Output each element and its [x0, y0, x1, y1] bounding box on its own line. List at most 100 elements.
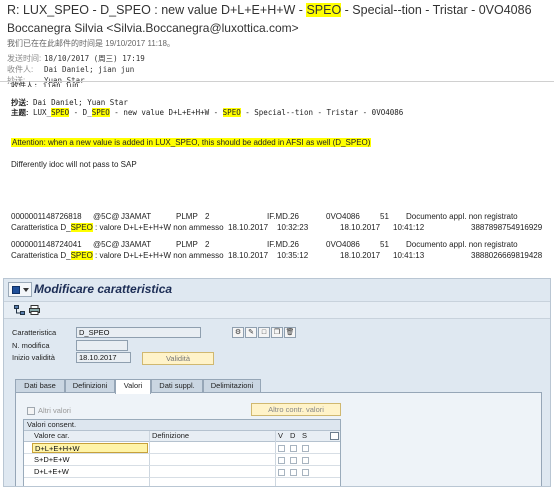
log-row: 0000001148726818 @5C@ J3AMAT PLMP 2 IF.M… — [11, 212, 551, 222]
header-label: 发送时间: — [7, 54, 42, 63]
valore-cell[interactable]: D+L+E+H+W — [32, 443, 148, 453]
valore-cell[interactable]: D+L+E+W — [32, 467, 148, 477]
quoted-cc-value: Dai Daniel; Yuan Star — [28, 98, 128, 107]
log-id: 0000001148724041 — [11, 240, 82, 249]
log-system: PLMP — [176, 240, 198, 249]
log-number: 3887898754916929 — [471, 223, 543, 232]
caratteristica-field[interactable]: D_SPEO — [76, 327, 201, 338]
log-error-text: Caratteristica D_ — [11, 251, 71, 260]
log-error-text: : valore D+L+E+H+W non ammesso — [92, 223, 224, 232]
log-message: Documento appl. non registrato — [406, 212, 518, 221]
log-error: Caratteristica D_SPEO : valore D+L+E+H+W… — [11, 223, 224, 232]
tab-dati-suppl[interactable]: Dati suppl. — [151, 379, 203, 393]
header-row-to: 收件人: Dai Daniel; jian jun — [7, 64, 134, 75]
validita-button[interactable]: Validità — [142, 352, 214, 365]
delete-icon[interactable]: 🗑 — [284, 327, 296, 338]
validita-label: Inizio validità — [12, 353, 55, 362]
log-number: 2 — [205, 240, 210, 249]
header-value: 18/10/2017 (周三) 17:19 — [44, 54, 145, 63]
v-checkbox[interactable] — [278, 469, 285, 476]
d-checkbox[interactable] — [290, 445, 297, 452]
subject-text-end: - Special--tion - Tristar - 0VO4086 — [341, 3, 532, 17]
log-system: PLMP — [176, 212, 198, 221]
print-icon[interactable] — [29, 305, 40, 315]
col-valore[interactable]: Valore car. — [34, 431, 69, 441]
quoted-subject-text: - new value D+L+E+H+W - — [109, 108, 223, 117]
v-checkbox[interactable] — [278, 445, 285, 452]
log-date: 18.10.2017 — [340, 223, 381, 232]
display-icon[interactable]: ⚙ — [232, 327, 244, 338]
log-row: Caratteristica D_SPEO : valore D+L+E+H+W… — [11, 223, 551, 233]
valore-cell[interactable]: S+D+E+W — [32, 455, 148, 465]
quoted-subject-highlight: SPEO — [51, 108, 70, 117]
log-error-text: Caratteristica D_ — [11, 223, 71, 232]
col-definizione[interactable]: Definizione — [152, 431, 189, 441]
col-v[interactable]: V — [278, 431, 283, 441]
s-checkbox[interactable] — [302, 457, 309, 464]
table-settings-icon[interactable] — [330, 432, 339, 440]
col-s[interactable]: S — [302, 431, 307, 441]
subject-highlight: SPEO — [306, 3, 342, 17]
log-error-text: : valore D+L+E+H+W non ammesso — [92, 251, 224, 260]
table-row[interactable]: D+L+E+W — [24, 467, 340, 478]
copy-icon[interactable]: ❐ — [271, 327, 283, 338]
log-row: Caratteristica D_SPEO : valore D+L+E+H+W… — [11, 251, 551, 261]
quoted-partial: 收件人: jian jun — [11, 81, 79, 87]
quoted-subject-text: LUX_ — [28, 108, 52, 117]
log-date: 18.10.2017 — [340, 251, 381, 260]
hierarchy-icon[interactable] — [14, 305, 25, 315]
log-status: 51 — [380, 212, 389, 221]
new-document-icon[interactable]: □ — [258, 327, 270, 338]
grid-title: Valori consent. — [24, 420, 340, 431]
s-checkbox[interactable] — [302, 445, 309, 452]
validita-field[interactable]: 18.10.2017 — [76, 352, 131, 363]
d-checkbox[interactable] — [290, 469, 297, 476]
quoted-subject: 主题: LUX_SPEO - D_SPEO - new value D+L+E+… — [11, 107, 403, 118]
tab-valori[interactable]: Valori — [115, 379, 151, 394]
header-row-sent: 发送时间: 18/10/2017 (周三) 17:19 — [7, 53, 145, 64]
quoted-subject-label: 主题: — [11, 108, 29, 117]
header-divider — [0, 81, 554, 82]
log-time: 10:41:13 — [393, 251, 425, 260]
log-type: J3AMAT — [121, 212, 152, 221]
s-checkbox[interactable] — [302, 469, 309, 476]
email-sender[interactable]: Boccanegra Silvia <Silvia.Boccanegra@lux… — [7, 21, 299, 35]
tab-definizioni[interactable]: Definizioni — [65, 379, 115, 393]
log-time: 10:32:23 — [277, 223, 309, 232]
log-interface: IF.MD.26 — [267, 212, 300, 221]
log-number: 3888026669819428 — [471, 251, 543, 260]
modifica-field[interactable] — [76, 340, 128, 351]
attention-message: Attention: when a new value is added in … — [11, 138, 372, 147]
log-id: 0000001148726818 — [11, 212, 82, 221]
log-date: 18.10.2017 — [228, 251, 269, 260]
tab-dati-base[interactable]: Dati base — [15, 379, 65, 393]
log-date: 18.10.2017 — [228, 223, 269, 232]
tab-delimitazioni[interactable]: Delimitazioni — [203, 379, 261, 393]
altri-valori-checkbox[interactable] — [27, 407, 35, 415]
table-row[interactable]: S+D+E+W — [24, 455, 340, 466]
v-checkbox[interactable] — [278, 457, 285, 464]
d-checkbox[interactable] — [290, 457, 297, 464]
quoted-cc-label: 抄送: — [11, 98, 29, 107]
log-status: 51 — [380, 240, 389, 249]
sap-title: Modificare caratteristica — [34, 282, 173, 296]
log-error: Caratteristica D_SPEO : valore D+L+E+H+W… — [11, 251, 224, 260]
grid-header: Valore car. Definizione V D S — [24, 431, 340, 442]
edit-icon[interactable]: ✎ — [245, 327, 257, 338]
table-row[interactable]: D+L+E+H+W — [24, 443, 340, 454]
log-material: 0VO4086 — [326, 212, 360, 221]
header-value[interactable]: Dai Daniel; jian jun — [44, 65, 134, 74]
email-subject: R: LUX_SPEO - D_SPEO : new value D+L+E+H… — [7, 3, 532, 17]
sap-menu-button[interactable] — [8, 282, 32, 297]
sap-window: Modificare caratteristica Caratteristica… — [3, 278, 551, 487]
quoted-subject-text: - Special--tion - Tristar - 0VO4086 — [240, 108, 404, 117]
quoted-subject-text: - D_ — [69, 108, 92, 117]
email-notice: 我们已在在此邮件的时间是 19/10/2017 11:18。 — [7, 39, 175, 48]
altro-contr-valori-button[interactable]: Altro contr. valori — [251, 403, 341, 416]
log-time: 10:35:12 — [277, 251, 309, 260]
log-number: 2 — [205, 212, 210, 221]
col-d[interactable]: D — [290, 431, 295, 441]
dropdown-arrow-icon — [23, 288, 29, 292]
caratteristica-label: Caratteristica — [12, 328, 57, 337]
log-material: 0VO4086 — [326, 240, 360, 249]
